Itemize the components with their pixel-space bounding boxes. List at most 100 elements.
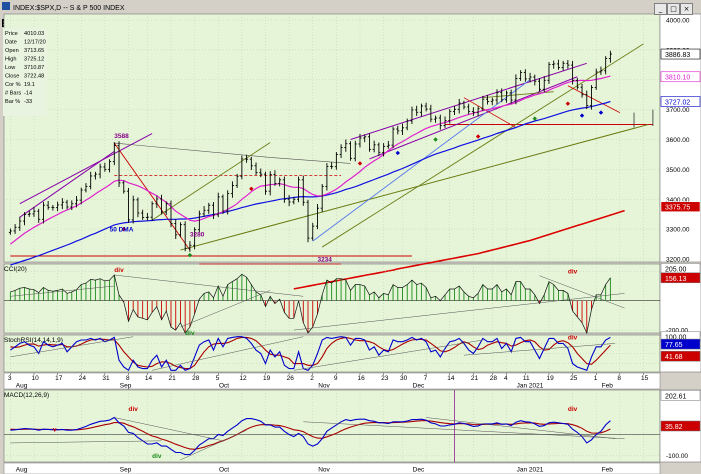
data-window-value: 12/17/20	[24, 40, 46, 46]
macd-label: v	[53, 426, 57, 433]
data-window-label: # Bars	[5, 91, 21, 97]
data-window-value: -14	[24, 91, 32, 97]
x-tick-label: 19	[263, 375, 271, 382]
cci-title: CCI(20)	[4, 266, 27, 273]
last-value-label: 202.61	[665, 393, 687, 400]
last-value-label: 35.82	[665, 424, 683, 431]
x-tick-label: 17	[55, 375, 63, 382]
x-tick-label: 26	[287, 375, 295, 382]
x-month-label-bottom: Dec	[413, 467, 425, 474]
x-axis-bottom	[3, 462, 661, 474]
last-value-label: 41.68	[665, 354, 683, 361]
x-tick-label: 21	[169, 375, 177, 382]
x-tick-label: 31	[102, 375, 110, 382]
x-month-label: Nov	[318, 383, 330, 390]
x-month-label-bottom: Feb	[602, 467, 614, 474]
x-month-label: Dec	[413, 383, 425, 390]
x-tick-label: 15	[641, 375, 649, 382]
price-label: 50 DMA	[110, 227, 134, 234]
x-month-label-bottom: Jan 2021	[517, 467, 544, 474]
x-tick-label: 30	[400, 375, 408, 382]
last-value-label: 156.13	[665, 276, 687, 283]
x-tick-label: 28	[490, 375, 498, 382]
last-value-label: 3810.10	[665, 75, 690, 82]
x-month-label: Feb	[602, 383, 614, 390]
last-value-label: 3727.02	[665, 100, 690, 107]
data-window-label: Close	[5, 74, 19, 80]
x-month-label-bottom: Sep	[120, 467, 132, 474]
price-label: 3588	[114, 133, 129, 140]
x-tick-label: 4	[504, 375, 508, 382]
price-tick-label: 3600.00	[666, 137, 690, 144]
chart-window: INDEX:$SPX,D -- S & P 500 INDEX3.363894.…	[0, 0, 701, 474]
x-tick-label: 14	[145, 375, 153, 382]
last-value-label: 77.65	[665, 342, 683, 349]
panel-price	[3, 13, 661, 263]
stoch-label: div	[568, 334, 578, 341]
x-tick-label: 11	[523, 375, 530, 382]
x-month-label: Sep	[120, 383, 132, 390]
x-tick-label: 5	[216, 375, 220, 382]
x-tick-label: 16	[357, 375, 365, 382]
data-window-value: 3710.87	[24, 65, 44, 71]
data-window-value: 3722.48	[24, 74, 44, 80]
last-value-label: 205.00	[665, 266, 687, 273]
price-label: 3280	[190, 232, 205, 239]
price-tick-label: 4000.00	[666, 17, 690, 24]
data-window-label: Open	[5, 48, 19, 54]
data-window-label: Bar %	[5, 99, 20, 105]
macd-tick-label: -100.00	[666, 453, 688, 460]
x-tick-label: 3	[8, 375, 12, 382]
macd-label: div	[568, 406, 578, 413]
cci-label: div	[568, 269, 578, 276]
price-tick-label: 3300.00	[666, 227, 690, 234]
x-month-label-bottom: Oct	[219, 467, 229, 474]
x-tick-label: 14	[447, 375, 455, 382]
x-tick-label: 10	[31, 375, 39, 382]
stoch-title: StochRSI(14,14,1,9)	[4, 337, 63, 344]
price-tick-label: 3200.00	[666, 257, 690, 264]
price-tick-label: 3500.00	[666, 167, 690, 174]
x-month-label: Jan 2021	[517, 383, 544, 390]
x-tick-label: 8	[126, 375, 130, 382]
x-tick-label: 12	[239, 375, 247, 382]
macd-label: div	[152, 453, 162, 460]
x-month-label-bottom: Nov	[318, 467, 330, 474]
data-window-label: Date	[5, 40, 17, 46]
x-tick-label: 9	[334, 375, 338, 382]
x-tick-label: 24	[79, 375, 87, 382]
x-month-label: Oct	[219, 383, 229, 390]
x-tick-label: 28	[192, 375, 200, 382]
data-window-value: 3713.65	[24, 48, 44, 54]
data-window-value: 3725.12	[24, 57, 44, 63]
x-month-label-bottom: Aug	[16, 467, 28, 474]
minimize-button[interactable]: _	[654, 3, 667, 15]
macd-title: MACD(12,26,9)	[4, 392, 49, 399]
data-window-label: High	[5, 57, 17, 63]
app-icon	[2, 2, 10, 10]
cci-label: div	[185, 330, 195, 337]
panel-macd	[3, 389, 661, 463]
x-tick-label: 8	[617, 375, 621, 382]
data-window-value: 4010.03	[24, 31, 44, 37]
data-window-label: Low	[5, 65, 16, 71]
data-window-value: 19.1	[24, 82, 35, 88]
x-tick-label: 25	[570, 375, 578, 382]
price-label: 3234	[317, 256, 332, 263]
maximize-button[interactable]: □	[667, 3, 680, 15]
last-value-label: 3886.83	[665, 52, 690, 59]
cci-label: div	[114, 267, 124, 274]
x-tick-label: 2	[310, 375, 314, 382]
x-month-label: Aug	[16, 383, 28, 390]
x-tick-label: 19	[546, 375, 554, 382]
chart-canvas[interactable]: INDEX:$SPX,D -- S & P 500 INDEX3.363894.…	[0, 0, 701, 474]
last-value-label: 3375.75	[665, 205, 690, 212]
data-window-label: Cor %	[5, 82, 21, 88]
data-window-value: -33	[24, 99, 32, 105]
x-tick-label: 23	[381, 375, 389, 382]
close-button[interactable]: ×	[680, 3, 693, 15]
price-tick-label: 3700.00	[666, 107, 690, 114]
macd-label: div	[128, 406, 138, 413]
window-title: INDEX:$SPX,D -- S & P 500 INDEX	[13, 5, 125, 12]
data-window-label: Price	[5, 31, 18, 37]
